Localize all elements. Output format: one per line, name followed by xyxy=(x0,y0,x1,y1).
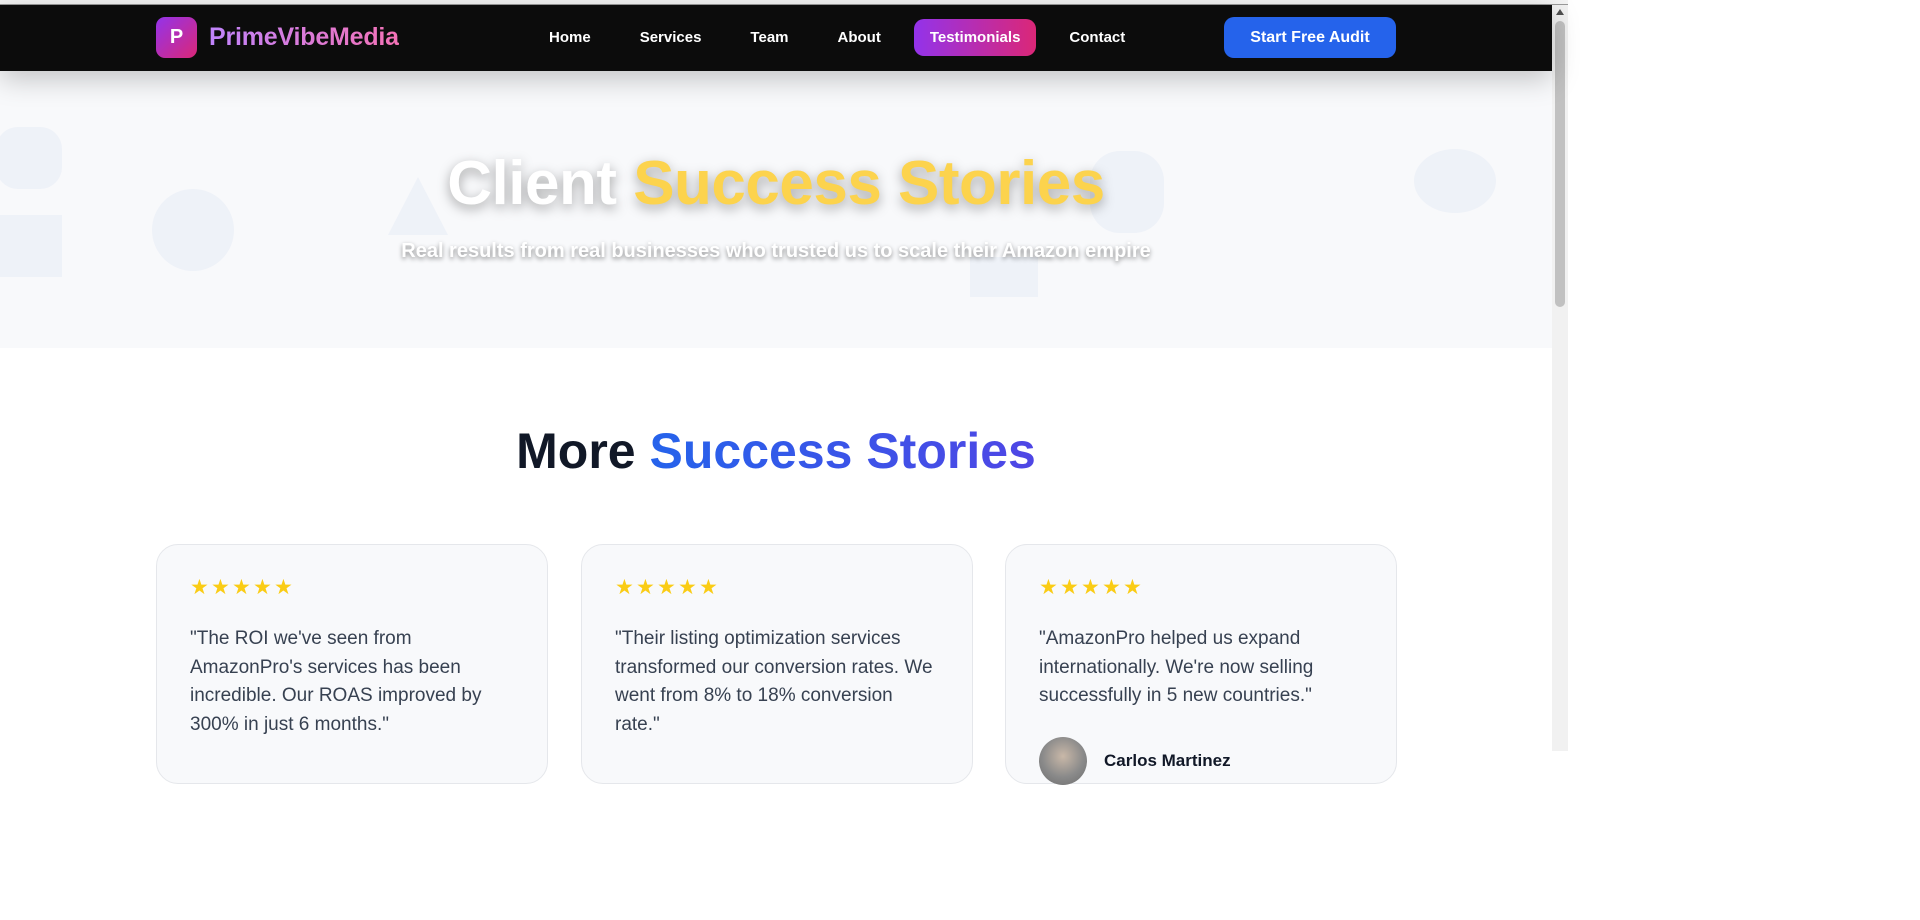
scrollbar-thumb[interactable] xyxy=(1555,21,1565,307)
hero-title-highlight: Success Stories xyxy=(633,149,1105,218)
star-icon: ★ xyxy=(657,576,676,599)
star-rating: ★ ★ ★ ★ ★ xyxy=(190,577,514,599)
brand-name: PrimeVibeMedia xyxy=(209,23,399,51)
hero-title-plain: Client xyxy=(447,149,617,218)
testimonial-card: ★ ★ ★ ★ ★ "AmazonPro helped us expand intern… xyxy=(1005,544,1397,785)
star-rating: ★ ★ ★ ★ ★ xyxy=(1039,577,1363,599)
author-name: Carlos Martinez xyxy=(1104,750,1231,770)
nav-item-contact[interactable]: Contact xyxy=(1053,19,1141,56)
main-nav: Home Services Team About Testimonials Co… xyxy=(533,19,1158,56)
start-free-audit-button[interactable]: Start Free Audit xyxy=(1224,17,1396,58)
scroll-up-arrow-icon[interactable] xyxy=(1556,9,1564,15)
hero-subtitle: Real results from real businesses who tr… xyxy=(401,240,1151,262)
star-icon: ★ xyxy=(1102,576,1121,599)
star-icon: ★ xyxy=(1039,576,1058,599)
brand-logo[interactable]: P PrimeVibeMedia xyxy=(156,17,399,58)
testimonial-quote: "AmazonPro helped us expand internationa… xyxy=(1039,628,1314,706)
page-scrollbar[interactable] xyxy=(1552,5,1568,751)
hero-section: Client Success Stories Real results from… xyxy=(0,71,1552,348)
section-title-plain: More xyxy=(516,423,636,479)
star-icon: ★ xyxy=(1060,576,1079,599)
testimonial-card: ★ ★ ★ ★ ★ "The ROI we've seen from AmazonPro… xyxy=(156,544,548,784)
star-rating: ★ ★ ★ ★ ★ xyxy=(615,577,939,599)
star-icon: ★ xyxy=(1123,576,1142,599)
star-icon: ★ xyxy=(274,576,293,599)
testimonial-quote: "The ROI we've seen from AmazonPro's ser… xyxy=(190,628,482,735)
star-icon: ★ xyxy=(190,576,209,599)
star-icon: ★ xyxy=(636,576,655,599)
site-navbar: P PrimeVibeMedia Home Services Team Abou… xyxy=(0,5,1552,71)
testimonial-quote: "Their listing optimization services tra… xyxy=(615,628,933,735)
decor-square xyxy=(970,257,1038,297)
star-icon: ★ xyxy=(678,576,697,599)
nav-item-home[interactable]: Home xyxy=(533,19,607,56)
star-icon: ★ xyxy=(211,576,230,599)
logo-mark: P xyxy=(156,17,197,58)
star-icon: ★ xyxy=(253,576,272,599)
nav-item-about[interactable]: About xyxy=(822,19,897,56)
hero-title: Client Success Stories xyxy=(0,148,1552,219)
avatar xyxy=(1039,736,1087,785)
section-title-highlight: Success Stories xyxy=(649,423,1036,479)
testimonial-card: ★ ★ ★ ★ ★ "Their listing optimization servic… xyxy=(581,544,973,784)
star-icon: ★ xyxy=(699,576,718,599)
nav-item-services[interactable]: Services xyxy=(624,19,718,56)
star-icon: ★ xyxy=(232,576,251,599)
testimonial-author: Carlos Martinez xyxy=(1039,736,1363,785)
nav-item-testimonials[interactable]: Testimonials xyxy=(913,19,1037,56)
nav-item-team[interactable]: Team xyxy=(734,19,804,56)
star-icon: ★ xyxy=(615,576,634,599)
section-title: More Success Stories xyxy=(0,422,1552,480)
star-icon: ★ xyxy=(1081,576,1100,599)
